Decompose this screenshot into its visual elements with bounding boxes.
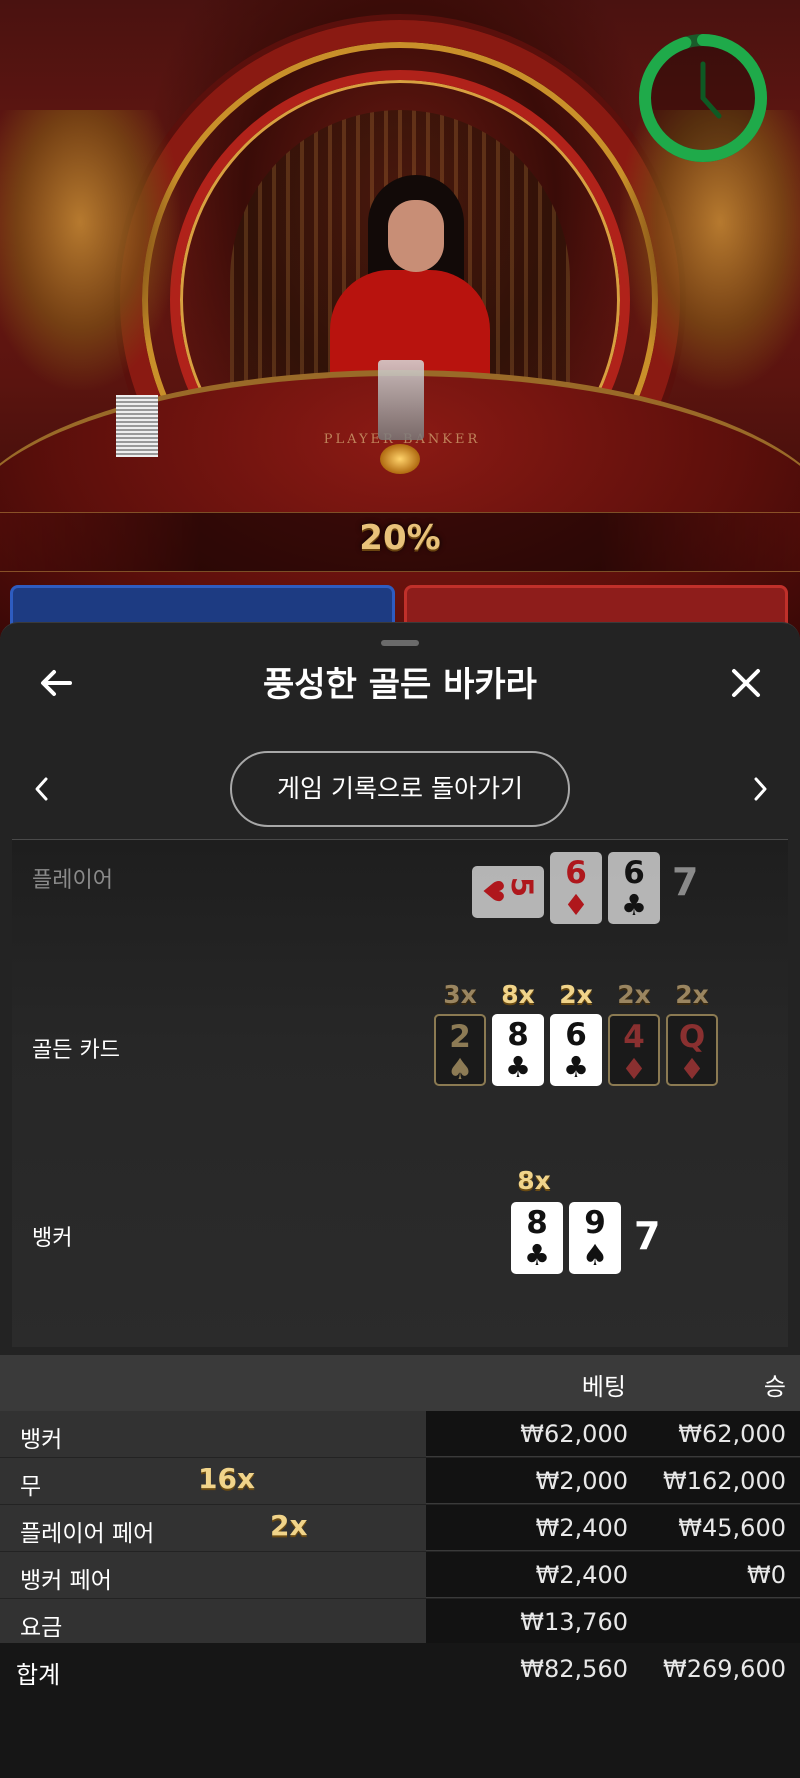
- golden-card-row-label: 골든 카드: [32, 1038, 120, 1063]
- bet-name: 무: [20, 1474, 42, 1500]
- golden-card: 2 ♠: [434, 1014, 486, 1086]
- win-amount: ₩0: [747, 1561, 786, 1589]
- bets-total-row: 합계 ₩82,560 ₩269,600: [0, 1643, 800, 1778]
- table-row: 뱅커 페어 ₩2,400 ₩0: [0, 1552, 800, 1598]
- table-row: 플레이어 페어 2x ₩2,400 ₩45,600: [0, 1505, 800, 1551]
- bets-table-header: 베팅 승: [0, 1355, 800, 1411]
- card-deck: [116, 395, 158, 457]
- dealer-face: [388, 200, 444, 272]
- total-win: ₩269,600: [663, 1655, 786, 1683]
- table-row: 요금 ₩13,760: [0, 1599, 800, 1645]
- golden-multiplier: 2x: [675, 980, 709, 1009]
- back-to-history-button[interactable]: 게임 기록으로 돌아가기: [230, 751, 570, 827]
- win-amount: ₩45,600: [678, 1514, 786, 1542]
- banker-row-label: 뱅커: [32, 1226, 73, 1251]
- golden-card: Q ♦: [666, 1014, 718, 1086]
- bet-amount: ₩2,400: [535, 1561, 628, 1589]
- close-icon[interactable]: [726, 663, 766, 703]
- bet-amount: ₩13,760: [520, 1608, 628, 1636]
- golden-multiplier: 3x: [443, 980, 477, 1009]
- player-row-label: 플레이어: [32, 868, 113, 893]
- total-bet: ₩82,560: [520, 1655, 628, 1683]
- player-total: 7: [672, 860, 699, 904]
- banker-total: 7: [634, 1214, 661, 1258]
- player-card: 6 ♣: [608, 852, 660, 924]
- bet-multiplier: 2x: [270, 1509, 308, 1542]
- golden-multiplier: 2x: [559, 980, 593, 1009]
- live-video-stage: PLAYER BANKER 20%: [0, 0, 800, 640]
- bet-amount: ₩2,400: [535, 1514, 628, 1542]
- bet-name: 뱅커: [20, 1427, 63, 1453]
- arrow-left-icon[interactable]: [36, 663, 76, 703]
- bet-name: 플레이어 페어: [20, 1521, 155, 1547]
- golden-chip: [380, 444, 420, 474]
- chevron-left-icon[interactable]: [30, 773, 54, 805]
- banker-card: 8 ♣: [511, 1202, 563, 1274]
- golden-multiplier: 2x: [617, 980, 651, 1009]
- win-column-header: 승: [763, 1373, 786, 1401]
- bet-name-cell: [0, 1411, 426, 1457]
- win-amount: ₩162,000: [663, 1467, 786, 1495]
- bet-amount: ₩62,000: [520, 1420, 628, 1448]
- total-label: 합계: [16, 1661, 61, 1689]
- win-amount: ₩62,000: [678, 1420, 786, 1448]
- timer-icon: [639, 34, 767, 162]
- banker-multiplier: 8x: [517, 1166, 551, 1195]
- banker-card: 9 ♠: [569, 1202, 621, 1274]
- golden-card: 6 ♣: [550, 1014, 602, 1086]
- round-result-panel: 플레이어 5 ♥ 6 ♦ 6 ♣ 7 골든 카드 3x 2 ♠ 8x 8 ♣ 2…: [12, 839, 788, 1347]
- game-history-sheet: 풍성한 골든 바카라 게임 기록으로 돌아가기 플레이어 5 ♥ 6 ♦ 6 ♣…: [0, 622, 800, 1778]
- golden-card: 4 ♦: [608, 1014, 660, 1086]
- chevron-right-icon[interactable]: [748, 773, 772, 805]
- player-card: 5 ♥: [472, 866, 544, 918]
- bet-name: 뱅커 페어: [20, 1568, 112, 1594]
- golden-multiplier: 8x: [501, 980, 535, 1009]
- card-shoe: [378, 360, 424, 440]
- bet-name: 요금: [20, 1615, 63, 1641]
- bet-name-cell: [0, 1599, 426, 1645]
- dragon-statue-left: [0, 110, 180, 390]
- bet-multiplier: 16x: [198, 1462, 256, 1495]
- table-row: 뱅커 ₩62,000 ₩62,000: [0, 1411, 800, 1457]
- page-title: 풍성한 골든 바카라: [263, 665, 537, 705]
- player-card: 6 ♦: [550, 852, 602, 924]
- bet-column-header: 베팅: [581, 1373, 626, 1401]
- table-row: 무 16x ₩2,000 ₩162,000: [0, 1458, 800, 1504]
- drag-handle[interactable]: [381, 640, 419, 646]
- payout-percentage: 20%: [359, 518, 441, 558]
- bet-amount: ₩2,000: [535, 1467, 628, 1495]
- golden-card: 8 ♣: [492, 1014, 544, 1086]
